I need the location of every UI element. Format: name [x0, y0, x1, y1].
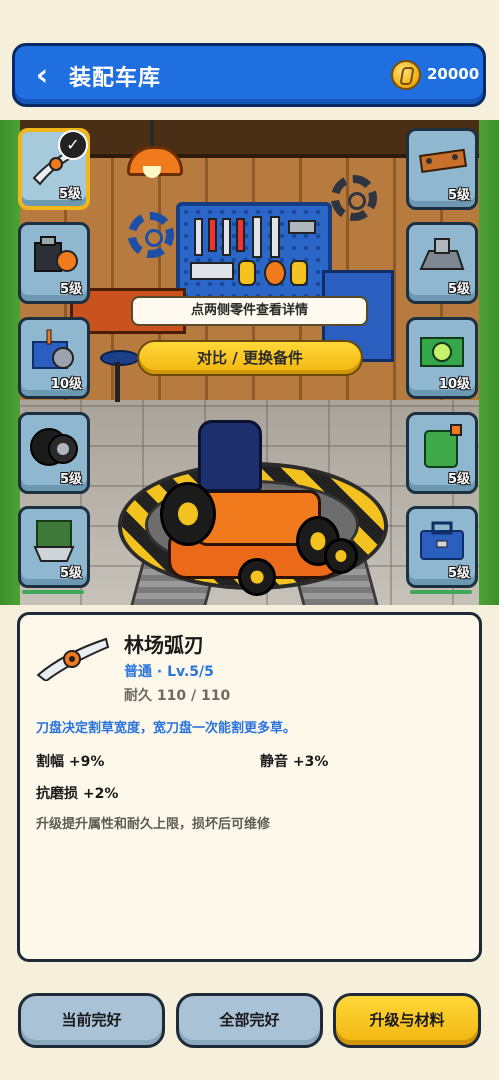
grass-bag-icon: [33, 520, 75, 562]
slot-gearbox[interactable]: 10级: [18, 317, 90, 399]
mower-wheel: [324, 538, 358, 574]
mower-wheel: [238, 558, 276, 596]
slot-level: 5级: [447, 188, 470, 203]
part-description: 刀盘决定割草宽度，宽刀盘一次能割更多草。: [36, 721, 297, 736]
part-info-panel: 林场弧刃 普通 · Lv.5/5 耐久 110 / 110 刀盘决定割草宽度，宽…: [17, 612, 482, 962]
wrench-icon: [252, 216, 262, 258]
slot-fuel-can[interactable]: 5级: [406, 412, 478, 494]
upgrade-materials-button[interactable]: 升级与材料: [333, 993, 481, 1048]
slot-durability-bar: [410, 590, 472, 594]
chassis-icon: [419, 238, 465, 270]
slot-level: 5级: [447, 472, 470, 487]
toolbox-icon: [420, 521, 464, 560]
gearbox-icon: [32, 329, 74, 369]
slot-level: 5级: [59, 472, 82, 487]
stool-leg: [115, 362, 120, 402]
tape-icon: [264, 260, 286, 286]
top-bar: ‹ 装配车库 20000: [12, 43, 486, 107]
slot-durability-bar: [22, 590, 84, 594]
part-durability: 耐久 110 / 110: [124, 688, 231, 704]
stat-cut-width: 割幅 +9%: [36, 754, 105, 770]
slot-level: 5级: [447, 566, 470, 581]
coin-icon: [391, 60, 421, 90]
blade-icon: [36, 637, 110, 681]
all-intact-button[interactable]: 全部完好: [176, 993, 323, 1048]
slot-tire[interactable]: 5级: [18, 412, 90, 494]
slot-frame[interactable]: 5级: [406, 128, 478, 210]
hammer-icon: [288, 220, 316, 234]
fuel-can-icon: [424, 424, 462, 468]
frame-icon: [418, 148, 467, 173]
engine-icon: [34, 236, 78, 272]
mower-seat: [198, 420, 262, 492]
slot-level: 5级: [59, 282, 82, 297]
screwdriver-icon: [236, 218, 245, 252]
compare-replace-button[interactable]: 对比 / 更换备件: [137, 340, 363, 376]
gear-decoration-icon: [128, 212, 174, 258]
stat-wear-resistance: 抗磨损 +2%: [36, 786, 119, 802]
coin-amount: 20000: [427, 65, 480, 83]
page-title: 装配车库: [69, 66, 162, 91]
slot-level: 10级: [438, 377, 470, 392]
tool-pegboard: [176, 202, 332, 302]
mower-wheel: [160, 482, 216, 546]
pliers-icon: [290, 260, 308, 286]
gear-decoration-icon: [331, 175, 377, 221]
screwdriver-icon: [222, 218, 231, 256]
tire-icon: [30, 428, 78, 466]
slot-blade[interactable]: ✓ 5级: [18, 128, 90, 210]
slot-level: 5级: [59, 566, 82, 581]
screwdriver-icon: [208, 218, 217, 252]
part-grade: 普通 · Lv.5/5: [124, 664, 214, 680]
part-name: 林场弧刃: [124, 633, 204, 657]
stool: [100, 350, 140, 366]
screwdriver-icon: [194, 218, 203, 256]
slot-battery[interactable]: 10级: [406, 317, 478, 399]
battery-icon: [420, 337, 464, 367]
pliers-icon: [238, 260, 256, 286]
slot-level: 10级: [50, 377, 82, 392]
lamp-cord: [150, 120, 154, 148]
slot-engine[interactable]: 5级: [18, 222, 90, 304]
slot-toolbox[interactable]: 5级: [406, 506, 478, 588]
current-intact-button[interactable]: 当前完好: [18, 993, 165, 1048]
wrench-icon: [270, 216, 280, 258]
selected-check-icon: ✓: [58, 130, 88, 160]
slot-chassis[interactable]: 5级: [406, 222, 478, 304]
slot-level: 5级: [447, 282, 470, 297]
stat-silence: 静音 +3%: [260, 754, 329, 770]
hint-label: 点两侧零件查看详情: [131, 296, 368, 326]
back-button[interactable]: ‹: [27, 56, 57, 96]
upgrade-note: 升级提升属性和耐久上限，损坏后可维修: [36, 817, 271, 832]
slot-grass-bag[interactable]: 5级: [18, 506, 90, 588]
clamp-icon: [190, 262, 234, 280]
slot-level: 5级: [58, 187, 81, 202]
